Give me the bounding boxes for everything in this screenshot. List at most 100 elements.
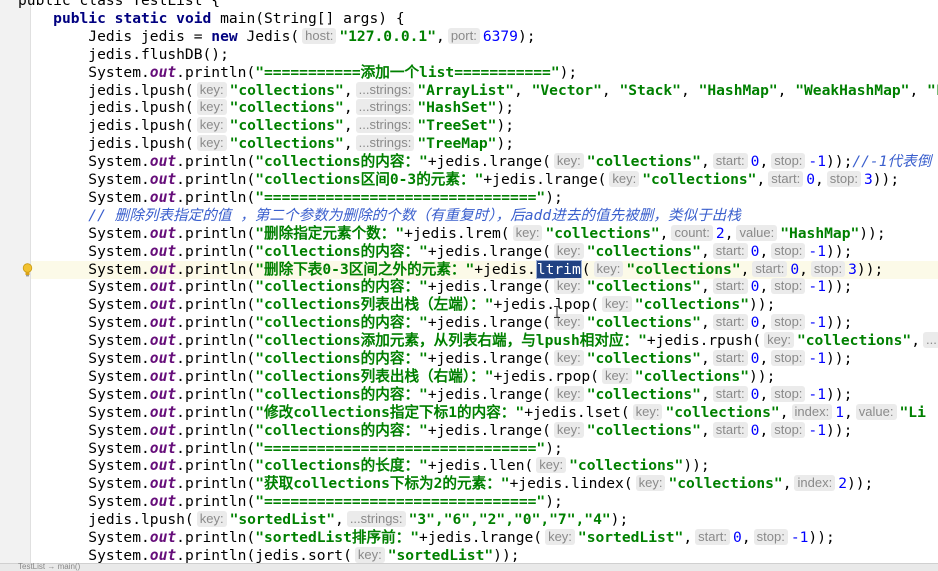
code-token: public class TestList { [18,0,221,9]
code-token: "TreeSet" [417,117,497,135]
code-line[interactable]: System.out.println("===========添加一个list=… [18,64,577,82]
code-token: "collections" [586,278,701,296]
code-token: "collections的内容：" [255,278,428,296]
code-line[interactable]: public static void main(String[] args) { [18,10,404,28]
code-token: out [149,188,177,206]
breadcrumb-text: TestList → main() [18,562,81,571]
code-token: System. [18,350,150,367]
code-token: +jedis.rpush( [646,332,762,350]
parameter-hint: value: [855,403,897,420]
code-token: , [779,403,789,421]
code-token: +jedis.lpop( [493,296,599,314]
code-line[interactable]: System.out.println("collections添加元素，从列表右… [18,332,938,350]
parameter-hint: key: [764,332,794,349]
code-line[interactable]: System.out.println("collections的内容："+jed… [18,242,852,261]
code-token: ); [545,493,563,511]
code-line[interactable]: jedis.lpush(key: "collections", ...strings… [18,99,514,117]
code-line[interactable]: System.out.println("====================… [18,493,563,511]
code-token: "Li [899,403,926,421]
code-token: System. [18,475,150,493]
code-token: System. [18,296,150,314]
code-line[interactable]: System.out.println("collections的内容："+jed… [18,278,852,296]
code-token: out [149,475,177,493]
parameter-hint: key: [553,153,584,170]
code-line[interactable]: public class TestList { [18,0,220,10]
code-line[interactable]: System.out.println("sortedList排序前："+jedi… [18,529,835,547]
code-token: , [700,385,710,403]
code-token: System. [18,332,150,350]
code-token: +jedis.lrange( [427,153,551,171]
code-line[interactable]: System.out.println("获取collections下标为2的元素… [18,475,873,493]
code-line[interactable]: // 删除列表指定的值 ，第二个参数为删除的个数（有重复时），后add进去的值先… [18,207,741,225]
code-line[interactable]: jedis.lpush(key: "collections", ...strings… [18,135,514,153]
code-line[interactable]: System.out.println("collections区间0-3的元素：… [18,171,899,189]
code-token: )); [826,350,853,367]
code-line[interactable]: System.out.println("collections的长度："+jed… [18,457,710,475]
parameter-hint: stop: [753,529,788,545]
code-token: Jedis( [246,27,300,45]
code-token: -1 [808,278,826,296]
code-line[interactable]: System.out.println("collections列表出栈（右端）：… [18,367,775,386]
code-token: +jedis. [474,260,536,278]
code-token: "collections的内容：" [255,421,428,439]
lightbulb-icon[interactable] [22,263,33,277]
parameter-hint: start: [712,242,748,259]
parameter-hint: start: [752,260,788,277]
code-token: , [700,350,710,367]
code-token: out [149,439,177,457]
parameter-hint: key: [553,385,584,402]
code-editor[interactable]: public class TestList { public static vo… [0,0,938,571]
code-line[interactable]: System.out.println("====================… [18,188,562,207]
code-line[interactable]: System.out.println("collections的内容："+jed… [18,314,852,332]
code-line[interactable]: System.out.println("====================… [18,439,562,458]
code-line[interactable]: jedis.lpush(key: "collections", ...strings… [18,117,514,135]
code-line[interactable]: System.out.println("删除指定元素个数："+jedis.lre… [18,224,886,243]
parameter-hint: stop: [771,153,806,170]
code-token: , [680,81,699,99]
code-token: "collections" [586,153,701,171]
code-token: out [149,242,177,260]
code-line[interactable]: System.out.println("collections的内容："+jed… [18,421,852,440]
code-token: ); [517,27,536,45]
code-token: "===============================" [255,188,546,206]
code-line[interactable]: System.out.println("collections的内容："+jed… [18,153,931,171]
breadcrumb-bar: TestList → main() [0,562,938,571]
code-token: "collections" [626,260,741,278]
parameter-hint: key: [196,135,227,152]
code-token: "collections的内容：" [255,350,428,367]
code-token: "collections" [229,99,344,117]
parameter-hint: stop: [826,171,861,187]
code-line[interactable]: System.out.println("collections的内容："+jed… [18,385,852,404]
code-line[interactable]: System.out.println("修改collections指定下标1的内… [18,403,926,422]
code-token: +jedis.lrange( [427,421,551,439]
parameter-hint: ...strings: [355,117,415,134]
code-line[interactable]: jedis.lpush(key: "sortedList", ...strings:… [18,511,628,529]
code-token: , [343,117,353,135]
code-line[interactable]: System.out.println("collections的内容："+jed… [18,350,852,368]
code-token: "collections" [665,403,780,421]
code-token: .println(jedis.sort( [176,546,352,564]
code-token: +jedis.lindex( [509,475,633,493]
code-token: "collections的内容：" [255,314,428,332]
code-line[interactable]: Jedis jedis = new Jedis(host: "127.0.0.1"… [18,27,536,46]
code-token: .println( [176,278,256,296]
code-line[interactable]: jedis.flushDB(); [18,46,229,64]
code-line[interactable]: System.out.println("删除下表0-3区间之外的元素："+jed… [18,259,883,279]
code-token: "collections" [586,421,701,439]
code-line[interactable]: jedis.lpush(key: "collections", ...strings… [18,81,938,100]
parameter-hint: index: [794,475,836,492]
code-line[interactable]: System.out.println("collections列表出栈（左端）：… [18,296,775,314]
code-token: System. [18,421,150,439]
code-token: System. [18,493,150,511]
code-token: "collections" [586,242,701,260]
code-token: System. [18,188,150,206]
code-token: "===============================" [255,493,546,511]
code-token: System. [18,278,150,296]
code-token: , [844,403,853,421]
code-token: "sortedList排序前：" [255,529,420,546]
code-token: .println( [176,457,256,475]
parameter-hint: ...strings: [346,511,406,528]
code-token: , [799,260,808,278]
code-token: "删除下表0-3区间之外的元素：" [255,260,475,278]
